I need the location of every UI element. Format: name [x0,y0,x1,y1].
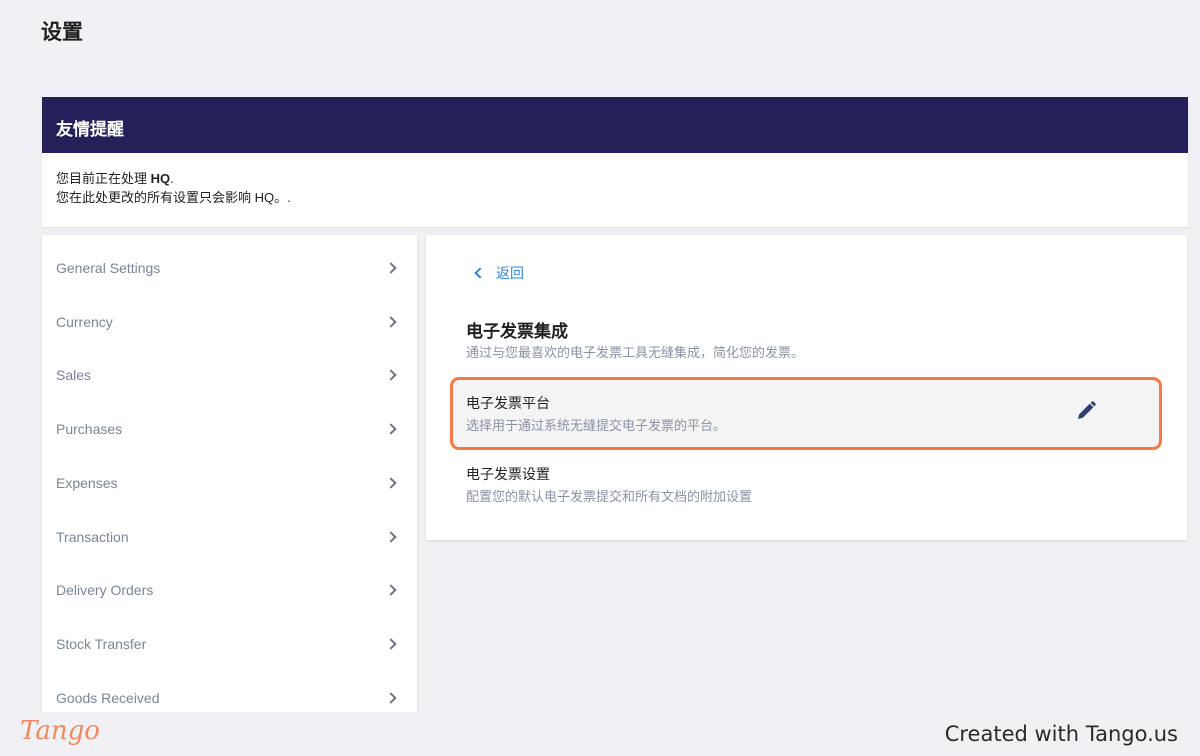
section-title: 电子发票集成 [466,322,568,341]
sidebar-item-label: Currency [56,314,113,330]
sidebar-item-delivery-orders[interactable]: Delivery Orders [42,563,417,617]
einvoice-platform-option[interactable]: 电子发票平台 选择用于通过系统无缝提交电子发票的平台。 [450,377,1162,450]
chevron-right-icon [385,477,397,489]
option-subtitle: 选择用于通过系统无缝提交电子发票的平台。 [466,418,727,433]
sidebar-item-label: Transaction [56,529,129,545]
reminder-line-2: 您在此处更改的所有设置只会影响 HQ。. [56,190,291,205]
sidebar-item-label: Delivery Orders [56,582,154,598]
option-title: 电子发票平台 [466,395,550,411]
created-with-label: Created with Tango.us [944,722,1178,746]
settings-sidebar: General Settings Currency Sales Purchase… [42,235,417,712]
sidebar-item-goods-received[interactable]: Goods Received [42,671,417,712]
back-link[interactable]: 返回 [472,263,524,283]
chevron-right-icon [385,584,397,596]
sidebar-item-label: Stock Transfer [56,636,147,652]
option-subtitle: 配置您的默认电子发票提交和所有文档的附加设置 [466,489,753,504]
tango-logo: Tango [20,716,100,746]
sidebar-item-purchases[interactable]: Purchases [42,402,417,456]
footer: Tango Created with Tango.us [0,712,1200,756]
einvoice-panel: 返回 电子发票集成 通过与您最喜欢的电子发票工具无缝集成，简化您的发票。 电子发… [426,235,1187,540]
chevron-right-icon [385,692,397,704]
sidebar-item-transaction[interactable]: Transaction [42,510,417,564]
sidebar-item-label: Expenses [56,475,118,491]
chevron-right-icon [385,638,397,650]
sidebar-item-general-settings[interactable]: General Settings [42,241,417,295]
section-subtitle: 通过与您最喜欢的电子发票工具无缝集成，简化您的发票。 [466,345,805,360]
reminder-line-1: 您目前正在处理 HQ. [56,171,174,186]
option-title: 电子发票设置 [466,466,550,482]
sidebar-item-label: Purchases [56,421,123,437]
page-title: 设置 [41,21,83,44]
pencil-icon[interactable] [1075,400,1097,422]
sidebar-item-stock-transfer[interactable]: Stock Transfer [42,617,417,671]
chevron-right-icon [385,262,397,274]
sidebar-item-sales[interactable]: Sales [42,348,417,402]
einvoice-settings-option[interactable]: 电子发票设置 配置您的默认电子发票提交和所有文档的附加设置 [450,461,1162,511]
reminder-panel: 友情提醒 您目前正在处理 HQ. 您在此处更改的所有设置只会影响 HQ。. [42,97,1188,227]
sidebar-item-label: Sales [56,367,92,383]
reminder-title: 友情提醒 [42,97,1188,153]
branch-name: HQ [150,171,171,186]
sidebar-item-label: Goods Received [56,690,160,706]
back-label: 返回 [496,265,524,281]
reminder-body: 您目前正在处理 HQ. 您在此处更改的所有设置只会影响 HQ。. [42,153,1188,207]
app-frame: 设置 友情提醒 您目前正在处理 HQ. 您在此处更改的所有设置只会影响 HQ。.… [0,0,1200,712]
chevron-right-icon [385,316,397,328]
sidebar-item-currency[interactable]: Currency [42,295,417,349]
sidebar-item-expenses[interactable]: Expenses [42,456,417,510]
sidebar-item-label: General Settings [56,260,161,276]
chevron-right-icon [385,423,397,435]
chevron-left-icon [474,267,486,279]
chevron-right-icon [385,531,397,543]
chevron-right-icon [385,369,397,381]
